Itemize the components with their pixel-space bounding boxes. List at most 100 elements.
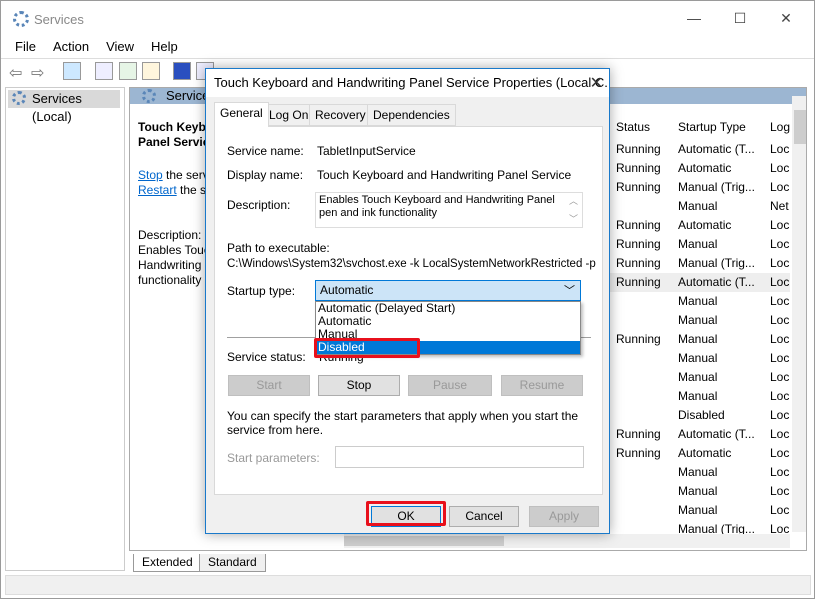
menu-view[interactable]: View xyxy=(106,39,134,54)
log-on-cell: Loc xyxy=(770,313,790,327)
column-startup-type[interactable]: Startup Type xyxy=(678,120,746,134)
tab-log-on[interactable]: Log On xyxy=(263,104,315,126)
minimize-button[interactable]: — xyxy=(679,7,709,29)
scroll-down-icon[interactable]: ﹀ xyxy=(569,213,578,226)
column-log-on-as[interactable]: Log xyxy=(770,120,790,134)
status-cell: Running xyxy=(616,427,661,441)
hscroll-thumb[interactable] xyxy=(344,536,504,546)
service-row[interactable]: Running Manual Loc xyxy=(610,235,790,254)
log-on-cell: Loc xyxy=(770,446,790,460)
help-icon[interactable] xyxy=(173,62,191,80)
tab-dependencies[interactable]: Dependencies xyxy=(367,104,456,126)
back-arrow-icon[interactable]: ⇦ xyxy=(9,63,22,83)
forward-arrow-icon[interactable]: ⇨ xyxy=(31,63,44,83)
log-on-cell: Loc xyxy=(770,142,790,156)
start-params-input[interactable] xyxy=(335,446,584,468)
menu-help[interactable]: Help xyxy=(151,39,178,54)
startup-type-cell: Manual xyxy=(678,237,718,251)
startup-type-cell: Manual xyxy=(678,294,718,308)
tree-item-services-local[interactable]: Services (Local) xyxy=(8,90,120,124)
startup-type-cell: Manual (Trig... xyxy=(678,256,755,270)
horizontal-scrollbar[interactable] xyxy=(344,534,790,548)
restart-link[interactable]: Restart xyxy=(138,183,177,197)
tab-extended[interactable]: Extended xyxy=(133,554,202,572)
service-row[interactable]: Manual Loc xyxy=(610,292,790,311)
startup-type-cell: Automatic (T... xyxy=(678,275,755,289)
refresh-icon[interactable] xyxy=(119,62,137,80)
service-row[interactable]: Manual Loc xyxy=(610,387,790,406)
status-cell: Running xyxy=(616,161,661,175)
startup-type-cell: Disabled xyxy=(678,408,725,422)
path-value: C:\Windows\System32\svchost.exe -k Local… xyxy=(227,258,596,270)
tab-standard[interactable]: Standard xyxy=(199,554,266,572)
chevron-down-icon[interactable]: ﹀ xyxy=(564,282,575,298)
log-on-cell: Loc xyxy=(770,161,790,175)
vertical-scrollbar[interactable] xyxy=(792,96,806,532)
properties-icon[interactable] xyxy=(95,62,113,80)
description-box[interactable]: Enables Touch Keyboard and Handwriting P… xyxy=(315,192,583,228)
service-row[interactable]: Manual Loc xyxy=(610,482,790,501)
startup-type-select[interactable]: Automatic ﹀ xyxy=(315,280,581,301)
menu-action[interactable]: Action xyxy=(53,39,89,54)
services-gear-icon xyxy=(13,11,29,27)
service-row[interactable]: Manual Net xyxy=(610,197,790,216)
services-gear-icon xyxy=(142,89,156,103)
service-row[interactable]: Manual Loc xyxy=(610,349,790,368)
tab-recovery[interactable]: Recovery xyxy=(309,104,372,126)
service-row[interactable]: Manual Loc xyxy=(610,501,790,520)
status-cell: Running xyxy=(616,180,661,194)
startup-type-cell: Automatic xyxy=(678,446,732,460)
tab-general[interactable]: General xyxy=(214,102,269,127)
scrollbar-thumb[interactable] xyxy=(794,110,806,144)
description-label: Description: xyxy=(227,198,291,212)
dialog-close-button[interactable]: ✕ xyxy=(590,73,603,93)
stop-button[interactable]: Stop xyxy=(318,375,400,396)
startup-type-cell: Manual xyxy=(678,465,718,479)
service-row[interactable]: Disabled Loc xyxy=(610,406,790,425)
startup-type-cell: Automatic (T... xyxy=(678,427,755,441)
scroll-up-icon[interactable]: ︿ xyxy=(569,195,578,208)
service-row[interactable]: Running Manual (Trig... Loc xyxy=(610,254,790,273)
resume-button[interactable]: Resume xyxy=(501,375,583,396)
startup-type-cell: Automatic (T... xyxy=(678,142,755,156)
column-status[interactable]: Status xyxy=(616,120,650,134)
properties-dialog: Touch Keyboard and Handwriting Panel Ser… xyxy=(205,68,610,534)
service-row[interactable]: Manual Loc xyxy=(610,463,790,482)
dialog-title: Touch Keyboard and Handwriting Panel Ser… xyxy=(206,69,609,97)
service-row[interactable]: Running Manual Loc xyxy=(610,330,790,349)
start-params-label: Start parameters: xyxy=(227,451,320,465)
menu-file[interactable]: File xyxy=(15,39,36,54)
status-cell: Running xyxy=(616,237,661,251)
service-row[interactable]: Running Automatic (T... Loc xyxy=(610,140,790,159)
log-on-cell: Loc xyxy=(770,370,790,384)
startup-type-cell: Manual xyxy=(678,332,718,346)
show-console-tree-icon[interactable] xyxy=(63,62,81,80)
log-on-cell: Loc xyxy=(770,484,790,498)
close-button[interactable]: ✕ xyxy=(771,7,801,29)
service-row[interactable]: Running Manual (Trig... Loc xyxy=(610,178,790,197)
log-on-cell: Loc xyxy=(770,408,790,422)
startup-type-cell: Manual xyxy=(678,389,718,403)
service-row[interactable]: Manual Loc xyxy=(610,311,790,330)
startup-type-cell: Manual xyxy=(678,313,718,327)
start-button[interactable]: Start xyxy=(228,375,310,396)
apply-button[interactable]: Apply xyxy=(529,506,599,527)
stop-link[interactable]: Stop xyxy=(138,168,163,182)
service-row[interactable]: Running Automatic (T... Loc xyxy=(610,425,790,444)
maximize-button[interactable]: ☐ xyxy=(725,7,755,29)
service-row[interactable]: Running Automatic Loc xyxy=(610,159,790,178)
display-name-value: Touch Keyboard and Handwriting Panel Ser… xyxy=(317,168,572,182)
cancel-button[interactable]: Cancel xyxy=(449,506,519,527)
export-list-icon[interactable] xyxy=(142,62,160,80)
service-row[interactable]: Running Automatic Loc xyxy=(610,444,790,463)
console-tree: Services (Local) xyxy=(5,87,125,571)
service-row[interactable]: Manual Loc xyxy=(610,368,790,387)
startup-type-value: Automatic xyxy=(320,283,374,297)
pause-button[interactable]: Pause xyxy=(408,375,492,396)
service-row[interactable]: Running Automatic Loc xyxy=(610,216,790,235)
view-tabs: Extended Standard xyxy=(129,554,809,572)
log-on-cell: Loc xyxy=(770,503,790,517)
log-on-cell: Net xyxy=(770,199,789,213)
status-cell: Running xyxy=(616,446,661,460)
service-row[interactable]: Running Automatic (T... Loc xyxy=(610,273,790,292)
